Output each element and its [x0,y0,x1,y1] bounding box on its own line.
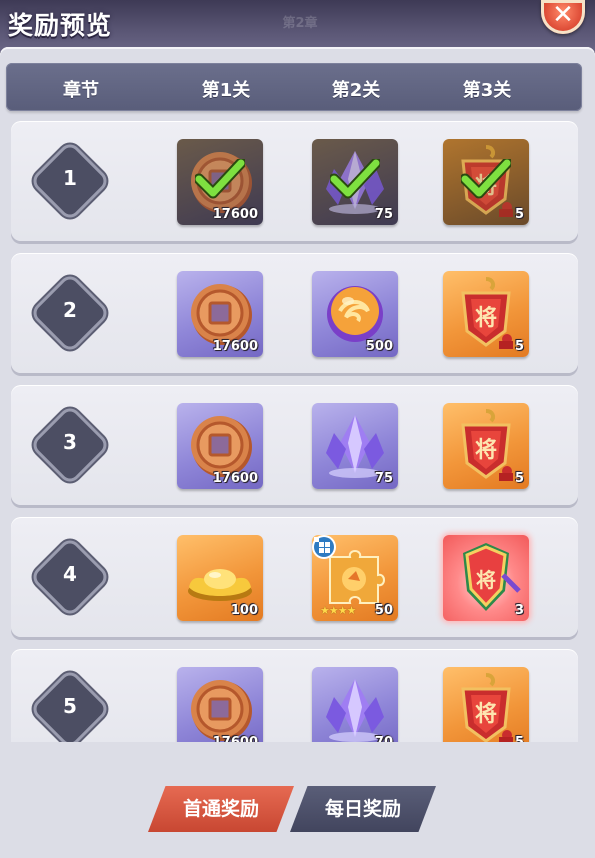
reward-quantity: 5 [514,207,524,222]
tab-first-clear-rewards[interactable]: 首通奖励 [148,786,294,832]
chapter-row: 3 17600 75 将 5 [11,385,578,505]
claimed-check-icon [461,159,511,199]
claimed-check-icon [195,159,245,199]
chapter-row: 51760070将5 [11,649,578,742]
footer [0,742,595,858]
reward-quantity: 17600 [212,207,258,222]
reward-quantity: 5 [515,735,524,742]
column-header-stage-1: 第1关 [201,80,251,101]
chapter-number: 1 [63,166,77,190]
reward-quantity: 5 [514,339,524,354]
svg-text:将: 将 [475,305,497,331]
chapter-number: 5 [63,694,77,718]
reward-item[interactable]: ★★★★ 50 [312,535,398,621]
reward-quantity: 500 [365,339,393,354]
reward-quantity: 17600 [212,339,258,354]
background-chapter-banner: 第2章 [282,16,318,31]
reward-item[interactable]: 500 [312,271,398,357]
reward-item[interactable]: 17600 [177,139,263,225]
reward-quantity: 3 [514,603,524,618]
reward-item[interactable]: 将5 [443,271,529,357]
general-token-icon: 将 [443,667,529,742]
reward-item[interactable]: 75 [312,403,398,489]
star-rating: ★★★★ [320,604,356,617]
reward-quantity: 100 [230,603,258,618]
close-icon: ✕ [552,0,574,30]
column-header-stage-3: 第3关 [462,80,512,101]
reward-quantity: 17600 [212,471,258,486]
reward-list[interactable]: 1 17600 75 将 5 2 17600 500 将 5 3 17600 75 将 5 4 100 ★★★★ 5… [0,118,595,742]
chapter-row: 1 17600 75 将 5 [11,121,578,241]
reward-quantity: 75 [374,471,393,486]
reward-quantity: 70 [375,735,393,742]
claimed-check-icon [330,159,380,199]
reward-item[interactable]: 17600 [177,403,263,489]
reward-item[interactable]: 将5 [443,667,529,742]
chapter-row: 2 17600 500 将 5 [11,253,578,373]
reward-item[interactable]: 75 [312,139,398,225]
grid-tag-icon [314,537,334,557]
chapter-number: 3 [63,430,77,454]
reward-item[interactable]: 17600 [177,667,263,742]
reward-item[interactable]: 70 [312,667,398,742]
svg-text:将: 将 [475,437,497,463]
tab-daily-rewards[interactable]: 每日奖励 [290,786,436,832]
reward-item[interactable]: 将5 [443,139,529,225]
svg-text:将: 将 [476,568,496,592]
reward-item[interactable]: 100 [177,535,263,621]
column-header-stage-2: 第2关 [331,80,381,101]
table-header: 章节 第1关 第2关 第3关 [6,63,582,111]
reward-quantity: 75 [374,207,393,222]
purple-crystal-icon [312,667,398,742]
reward-quantity: 17600 [213,735,258,742]
reward-quantity: 50 [374,603,393,618]
chapter-number: 2 [63,298,77,322]
svg-text:将: 将 [475,701,497,727]
reward-quantity: 5 [514,471,524,486]
reward-item[interactable]: 将3 [443,535,529,621]
chapter-row: 4 100 ★★★★ 50 将 3 [11,517,578,637]
chapter-number: 4 [63,562,77,586]
page-title: 奖励预览 [8,11,113,40]
copper-coin-icon [177,667,263,742]
reward-item[interactable]: 17600 [177,271,263,357]
column-header-chapter: 章节 [63,80,99,101]
reward-item[interactable]: 将5 [443,403,529,489]
